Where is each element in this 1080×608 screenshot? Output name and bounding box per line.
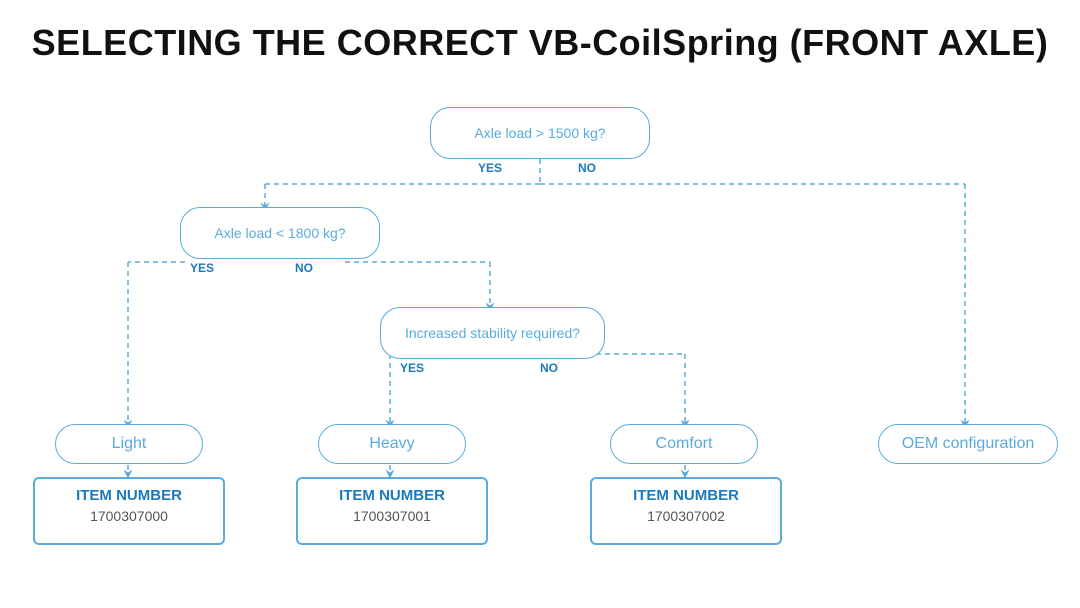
decision-box-1: Axle load > 1500 kg?: [430, 107, 650, 159]
decision-box-2: Axle load < 1800 kg?: [180, 207, 380, 259]
yn-yes-d3: YES: [400, 361, 424, 375]
item-label-0: ITEM NUMBER: [45, 487, 213, 505]
result-heavy: Heavy: [318, 424, 466, 464]
result-light: Light: [55, 424, 203, 464]
yn-no-d3: NO: [540, 361, 558, 375]
yn-yes-d1: YES: [478, 161, 502, 175]
yn-no-d2: NO: [295, 261, 313, 275]
item-number-0: 1700307000: [45, 508, 213, 524]
item-box-2: ITEM NUMBER 1700307002: [590, 477, 782, 545]
item-box-0: ITEM NUMBER 1700307000: [33, 477, 225, 545]
result-comfort: Comfort: [610, 424, 758, 464]
decision-box-3: Increased stability required?: [380, 307, 605, 359]
result-oem: OEM configuration: [878, 424, 1058, 464]
yn-yes-d2: YES: [190, 261, 214, 275]
item-box-1: ITEM NUMBER 1700307001: [296, 477, 488, 545]
yn-no-d1: NO: [578, 161, 596, 175]
page-title: SELECTING THE CORRECT VB-CoilSpring (FRO…: [0, 0, 1080, 74]
item-number-1: 1700307001: [308, 508, 476, 524]
diagram-area: Axle load > 1500 kg? YES NO Axle load < …: [0, 79, 1080, 599]
item-number-2: 1700307002: [602, 508, 770, 524]
item-label-2: ITEM NUMBER: [602, 487, 770, 505]
item-label-1: ITEM NUMBER: [308, 487, 476, 505]
